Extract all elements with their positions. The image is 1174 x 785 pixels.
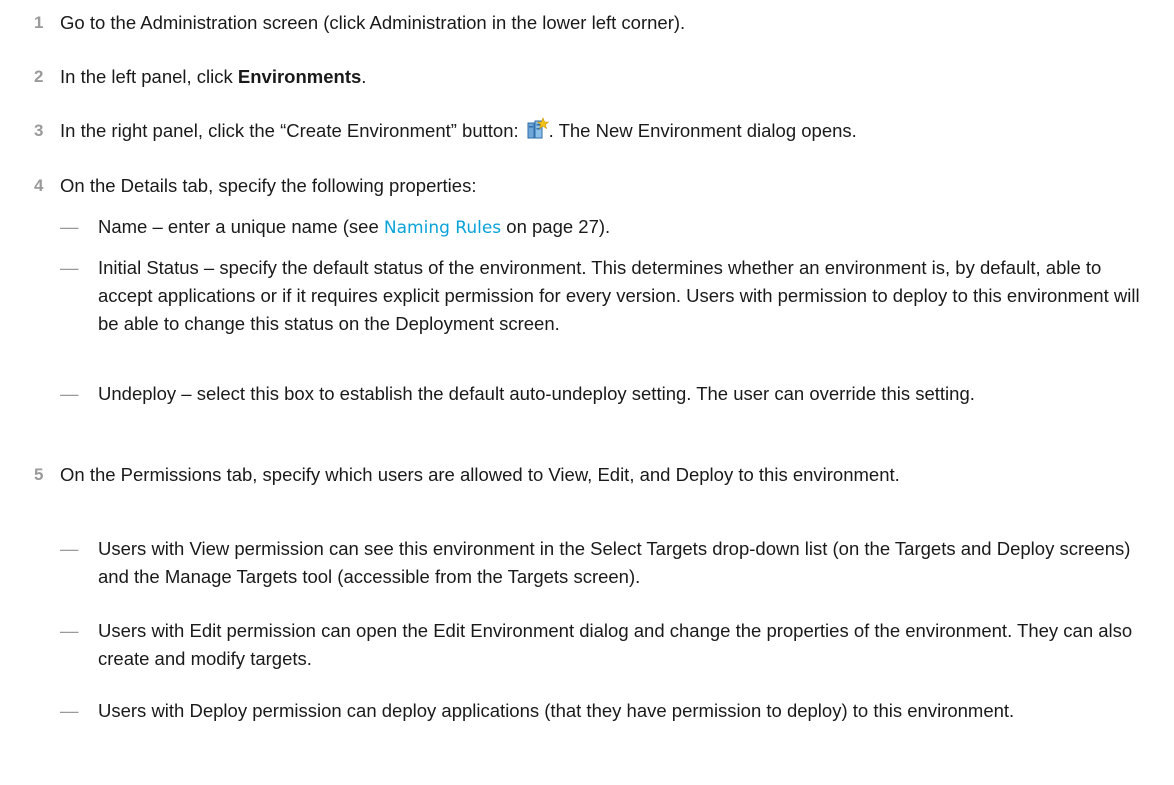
- permission-bullet-view: — Users with View permission can see thi…: [60, 535, 1160, 595]
- step-text: In the right panel, click the “Create En…: [60, 117, 1160, 149]
- details-bullet-undeploy: — Undeploy – select this box to establis…: [60, 380, 1160, 440]
- bullet-dash: —: [60, 700, 79, 721]
- bullet-text: Users with Deploy permission can deploy …: [98, 700, 1015, 721]
- step-3: 3 In the right panel, click the “Create …: [34, 117, 1160, 149]
- details-bullet-name: — Name – enter a unique name (see Naming…: [60, 213, 1160, 243]
- create-environment-icon: [525, 117, 549, 149]
- bullet-text: Undeploy – select this box to establish …: [98, 383, 975, 404]
- bullet-dash: —: [60, 538, 79, 559]
- step-number: 4: [34, 176, 44, 195]
- step-5: 5 On the Permissions tab, specify which …: [34, 461, 1160, 521]
- bullet-text: Users with Edit permission can open the …: [98, 620, 1133, 669]
- permission-bullet-edit: — Users with Edit permission can open th…: [60, 617, 1160, 677]
- step-number: 2: [34, 67, 44, 86]
- permission-bullet-deploy: — Users with Deploy permission can deplo…: [60, 697, 1160, 757]
- step-text: On the Permissions tab, specify which us…: [60, 464, 900, 485]
- step-text: On the Details tab, specify the followin…: [60, 175, 477, 196]
- step-text-post: . The New Environment dialog opens.: [548, 120, 857, 141]
- step-4: 4 On the Details tab, specify the follow…: [34, 172, 1160, 202]
- bullet-text: Name – enter a unique name (see Naming R…: [98, 213, 1160, 242]
- naming-rules-link[interactable]: Naming Rules: [384, 218, 501, 238]
- bullet-text: Initial Status – specify the default sta…: [98, 257, 1140, 334]
- step-text-pre: In the left panel, click: [60, 66, 238, 87]
- step-text: In the left panel, click Environments.: [60, 63, 1160, 91]
- bullet-text: Users with View permission can see this …: [98, 538, 1131, 587]
- bullet-dash: —: [60, 620, 79, 641]
- step-text-post: .: [361, 66, 367, 87]
- step-number: 5: [34, 465, 44, 484]
- step-number: 3: [34, 121, 44, 140]
- step-number: 1: [34, 13, 44, 32]
- details-bullet-initial-status: — Initial Status – specify the default s…: [60, 254, 1160, 370]
- step-2: 2 In the left panel, click Environments.: [34, 63, 1160, 93]
- bullet-dash: —: [60, 383, 79, 404]
- step-text: Go to the Administration screen (click A…: [60, 12, 686, 33]
- step-1: 1 Go to the Administration screen (click…: [34, 9, 1160, 39]
- bullet-text-post: on page 27).: [501, 216, 611, 237]
- environments-term: Environments: [237, 66, 362, 87]
- bullet-text-pre: Name – enter a unique name (see: [98, 216, 384, 237]
- bullet-dash: —: [60, 216, 79, 237]
- bullet-dash: —: [60, 257, 79, 278]
- step-text-pre: In the right panel, click the “Create En…: [60, 120, 519, 141]
